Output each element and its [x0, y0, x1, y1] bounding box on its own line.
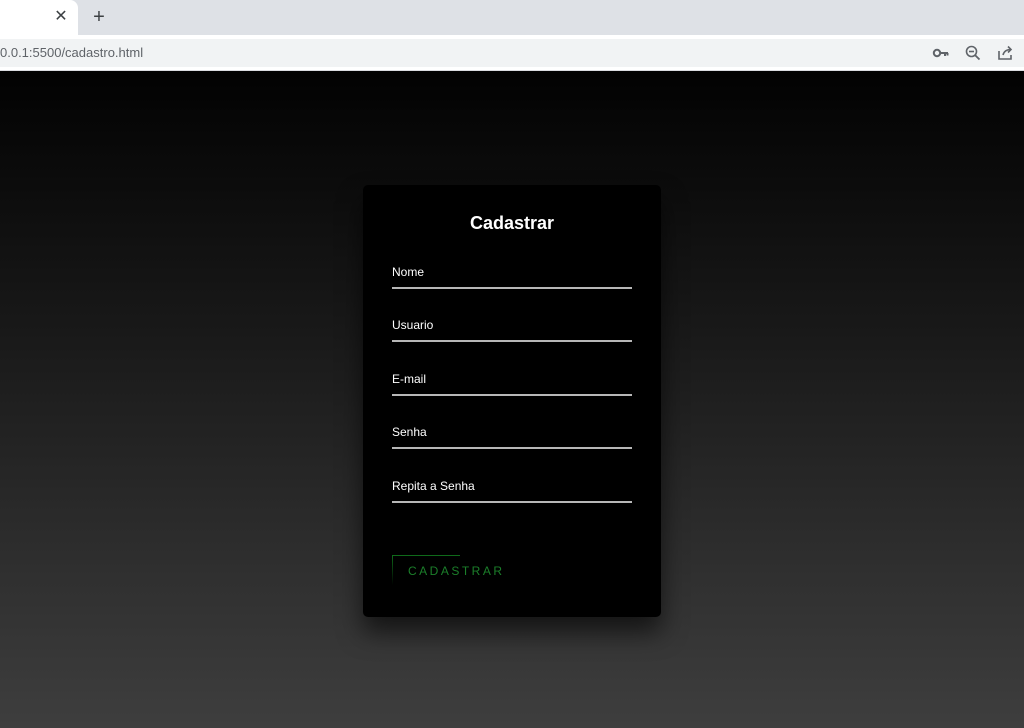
signup-card: Cadastrar Nome Usuario E-mail Senha Repi…	[363, 185, 661, 617]
button-accent-line	[392, 555, 393, 585]
page-viewport: Cadastrar Nome Usuario E-mail Senha Repi…	[0, 71, 1024, 728]
tab-strip: ✕ +	[0, 0, 1024, 35]
usuario-field[interactable]: Usuario	[392, 316, 636, 342]
senha-field[interactable]: Senha	[392, 423, 636, 449]
key-icon[interactable]	[931, 43, 951, 63]
active-tab[interactable]: ✕	[0, 0, 78, 35]
email-label: E-mail	[392, 372, 427, 386]
cadastrar-button[interactable]: CADASTRAR	[392, 555, 522, 585]
nome-field[interactable]: Nome	[392, 263, 636, 289]
omnibox[interactable]: 0.0.1:5500/cadastro.html	[0, 39, 1024, 67]
field-underline	[392, 287, 632, 289]
field-underline	[392, 447, 632, 449]
close-tab-icon[interactable]: ✕	[53, 8, 69, 26]
email-field[interactable]: E-mail	[392, 370, 636, 396]
field-underline	[392, 394, 632, 396]
repeat-senha-field[interactable]: Repita a Senha	[392, 477, 636, 503]
repeat-senha-label: Repita a Senha	[392, 479, 475, 493]
nome-input[interactable]	[392, 263, 636, 289]
address-bar: 0.0.1:5500/cadastro.html	[0, 35, 1024, 71]
usuario-label: Usuario	[392, 318, 434, 332]
button-accent-line	[392, 555, 460, 556]
email-input[interactable]	[392, 370, 636, 396]
senha-input[interactable]	[392, 423, 636, 449]
zoom-out-icon[interactable]	[963, 43, 983, 63]
form-title: Cadastrar	[469, 213, 555, 233]
nome-label: Nome	[392, 265, 425, 279]
senha-label: Senha	[392, 425, 427, 439]
field-underline	[392, 340, 632, 342]
url-text[interactable]: 0.0.1:5500/cadastro.html	[0, 45, 143, 60]
new-tab-icon[interactable]: +	[89, 5, 109, 29]
field-underline	[392, 501, 632, 503]
cadastrar-button-label: CADASTRAR	[408, 564, 505, 578]
share-icon[interactable]	[995, 43, 1015, 63]
